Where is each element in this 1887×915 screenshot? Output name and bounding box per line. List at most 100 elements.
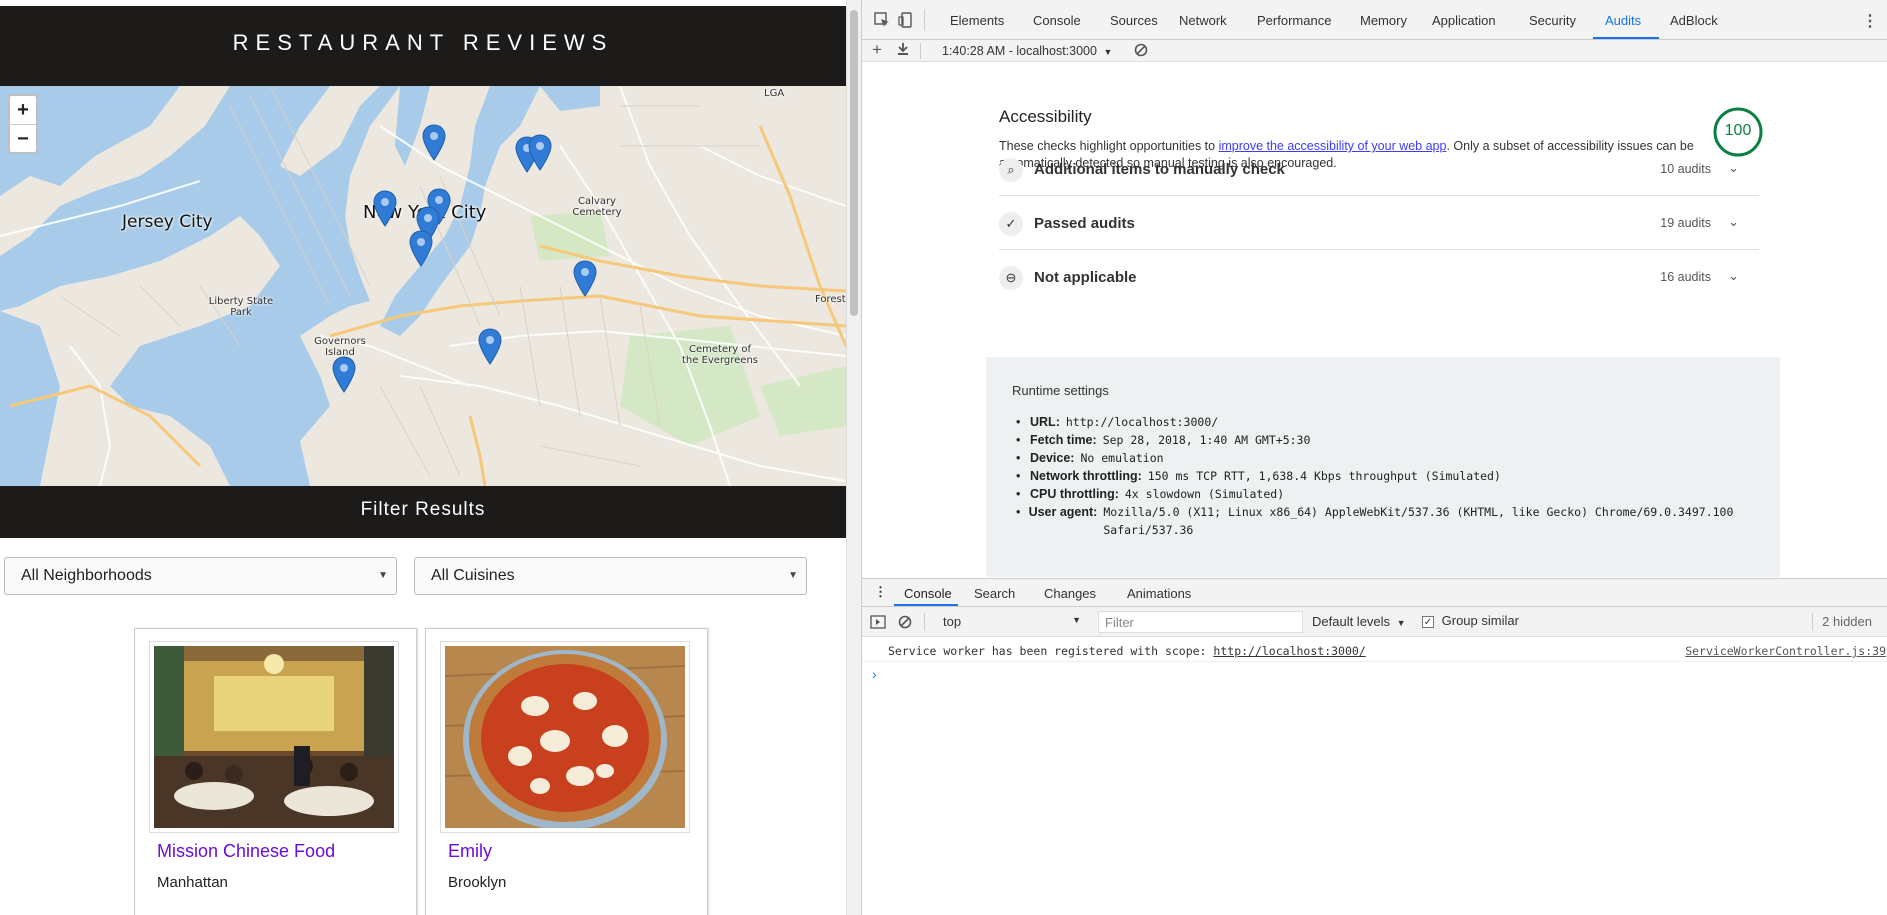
console-message-text: Service worker has been registered with … [888,644,1366,658]
toolbar-divider [924,613,925,631]
tab-elements[interactable]: Elements [950,13,1004,28]
setting-value: http://localhost:3000/ [1065,415,1219,429]
restaurant-name-link[interactable]: Emily [448,841,492,862]
zoom-in-button[interactable]: + [10,96,36,124]
audits-toolbar: + 1:40:28 AM - localhost:3000 ▼ [862,40,1887,62]
audit-group-not-applicable[interactable]: ⊖ Not applicable 16 audits ⌄ [999,250,1759,304]
drawer-tab-changes[interactable]: Changes [1044,586,1096,601]
tab-performance[interactable]: Performance [1257,13,1331,28]
console-drawer: ⋮ Console Search Changes Animations top … [862,578,1887,915]
screen: RESTAURANT REVIEWS Jersey City City Libe… [0,0,1887,915]
setting-key: Fetch time: [1030,433,1097,447]
zoom-out-button[interactable]: − [10,124,36,152]
chevron-down-icon: ⌄ [1728,268,1739,283]
runtime-setting-item: • User agent: Mozilla/5.0 (X11; Linux x86_… [1016,503,1756,539]
check-icon: ✓ [999,212,1023,236]
console-message: Service worker has been registered with … [862,640,1887,662]
report-selector-value: 1:40:28 AM - localhost:3000 [942,44,1097,58]
tab-security[interactable]: Security [1529,13,1576,28]
tab-memory[interactable]: Memory [1360,13,1407,28]
tab-audits[interactable]: Audits [1605,13,1641,28]
runtime-settings-list: • URL: http://localhost:3000/ • Fetch time:… [1016,413,1756,539]
sidebar-toggle-icon[interactable] [870,615,886,632]
runtime-setting-item: • Fetch time: Sep 28, 2018, 1:40 AM GMT+5:… [1016,433,1311,447]
toolbar-divider [924,9,925,31]
console-filter-input[interactable]: Filter [1098,611,1303,633]
console-prompt-icon[interactable]: › [872,666,877,682]
app-header: RESTAURANT REVIEWS [0,6,846,86]
map-marker-icon[interactable] [332,356,356,394]
dropdown-caret-icon: ▼ [1396,618,1406,628]
cuisine-select-value: All Cuisines [431,567,515,584]
drawer-tabbar: ⋮ Console Search Changes Animations [862,579,1887,607]
dropdown-caret-icon: ▼ [1072,615,1081,625]
audit-group-count: 10 audits [1660,162,1711,176]
map-label-forest: Forest [815,294,846,305]
setting-value: 4x slowdown (Simulated) [1124,487,1285,501]
map-label-liberty-state-park: Liberty State Park [208,296,274,318]
map-label-lga: LGA [764,88,785,99]
restaurant-card: Mission Chinese Food Manhattan [134,628,417,915]
setting-key: User agent: [1028,505,1098,519]
drawer-menu-icon[interactable]: ⋮ [874,584,887,600]
restaurant-app: RESTAURANT REVIEWS Jersey City City Libe… [0,0,846,915]
context-select[interactable]: top ▼ [937,611,1087,633]
runtime-setting-item: • URL: http://localhost:3000/ [1016,415,1219,429]
group-similar-checkbox[interactable]: ✓ Group similar [1422,613,1519,628]
page-scrollbar[interactable] [846,0,861,915]
message-source-link[interactable]: ServiceWorkerController.js:39 [1685,644,1886,658]
drawer-tab-console[interactable]: Console [904,586,952,601]
setting-value: 150 ms TCP RTT, 1,638.4 Kbps throughput … [1147,469,1501,483]
map-marker-icon[interactable] [373,190,397,228]
report-selector[interactable]: 1:40:28 AM - localhost:3000 ▼ [942,44,1112,58]
map-marker-icon[interactable] [478,328,502,366]
drawer-tab-animations[interactable]: Animations [1127,586,1191,601]
setting-key: Network throttling: [1030,469,1142,483]
filter-title: Filter Results [360,499,486,520]
audit-group-passed[interactable]: ✓ Passed audits 19 audits ⌄ [999,196,1759,250]
clear-reports-icon[interactable] [1134,43,1148,60]
runtime-setting-item: • CPU throttling: 4x slowdown (Simulated) [1016,487,1285,501]
tab-adblock[interactable]: AdBlock [1670,13,1718,28]
map-marker-icon[interactable] [422,124,446,162]
dropdown-caret-icon: ▼ [1103,47,1113,57]
setting-value: Mozilla/5.0 (X11; Linux x86_64) AppleWeb… [1103,505,1734,537]
setting-key: URL: [1030,415,1060,429]
map-marker-icon[interactable] [573,260,597,298]
hidden-count: 2 hidden [1822,614,1872,629]
audit-group-label: Additional items to manually check [1034,161,1285,178]
audit-group-manual[interactable]: ⌕ Additional items to manually check 10 … [999,142,1759,196]
cuisine-select[interactable]: All Cuisines ▼ [414,557,807,595]
tab-network[interactable]: Network [1179,13,1227,28]
audit-group-count: 19 audits [1660,216,1711,230]
download-report-icon[interactable] [896,42,910,59]
more-options-icon[interactable]: ⋮ [1862,11,1878,30]
device-toolbar-icon[interactable] [898,12,914,28]
restaurant-name-link[interactable]: Mission Chinese Food [157,841,335,862]
inspect-element-icon[interactable] [874,12,890,28]
chevron-down-icon: ⌄ [1728,214,1739,229]
clear-console-icon[interactable] [898,615,912,632]
message-text: Service worker has been registered with … [888,644,1214,658]
log-levels-select[interactable]: Default levels ▼ [1312,614,1406,629]
neighborhood-select[interactable]: All Neighborhoods ▼ [4,557,397,595]
scope-link[interactable]: http://localhost:3000/ [1213,644,1365,658]
filter-placeholder: Filter [1105,615,1134,630]
map-marker-icon[interactable] [528,134,552,172]
dropdown-caret-icon: ▼ [378,570,388,581]
log-levels-value: Default levels [1312,614,1391,629]
tab-application[interactable]: Application [1432,13,1496,28]
map[interactable]: Jersey City New York City Liberty State … [0,86,846,486]
tab-sources[interactable]: Sources [1110,13,1158,28]
new-audit-icon[interactable]: + [872,40,882,60]
runtime-setting-item: • Device: No emulation [1016,451,1164,465]
tab-console[interactable]: Console [1033,13,1081,28]
setting-value: Sep 28, 2018, 1:40 AM GMT+5:30 [1102,433,1311,447]
scrollbar-thumb[interactable] [850,10,858,316]
map-marker-icon[interactable] [409,230,433,268]
minus-circle-icon: ⊖ [999,266,1023,290]
drawer-tab-search[interactable]: Search [974,586,1015,601]
toolbar-divider [920,43,921,59]
restaurant-card: Emily Brooklyn [425,628,708,915]
active-tab-indicator [1593,37,1659,39]
